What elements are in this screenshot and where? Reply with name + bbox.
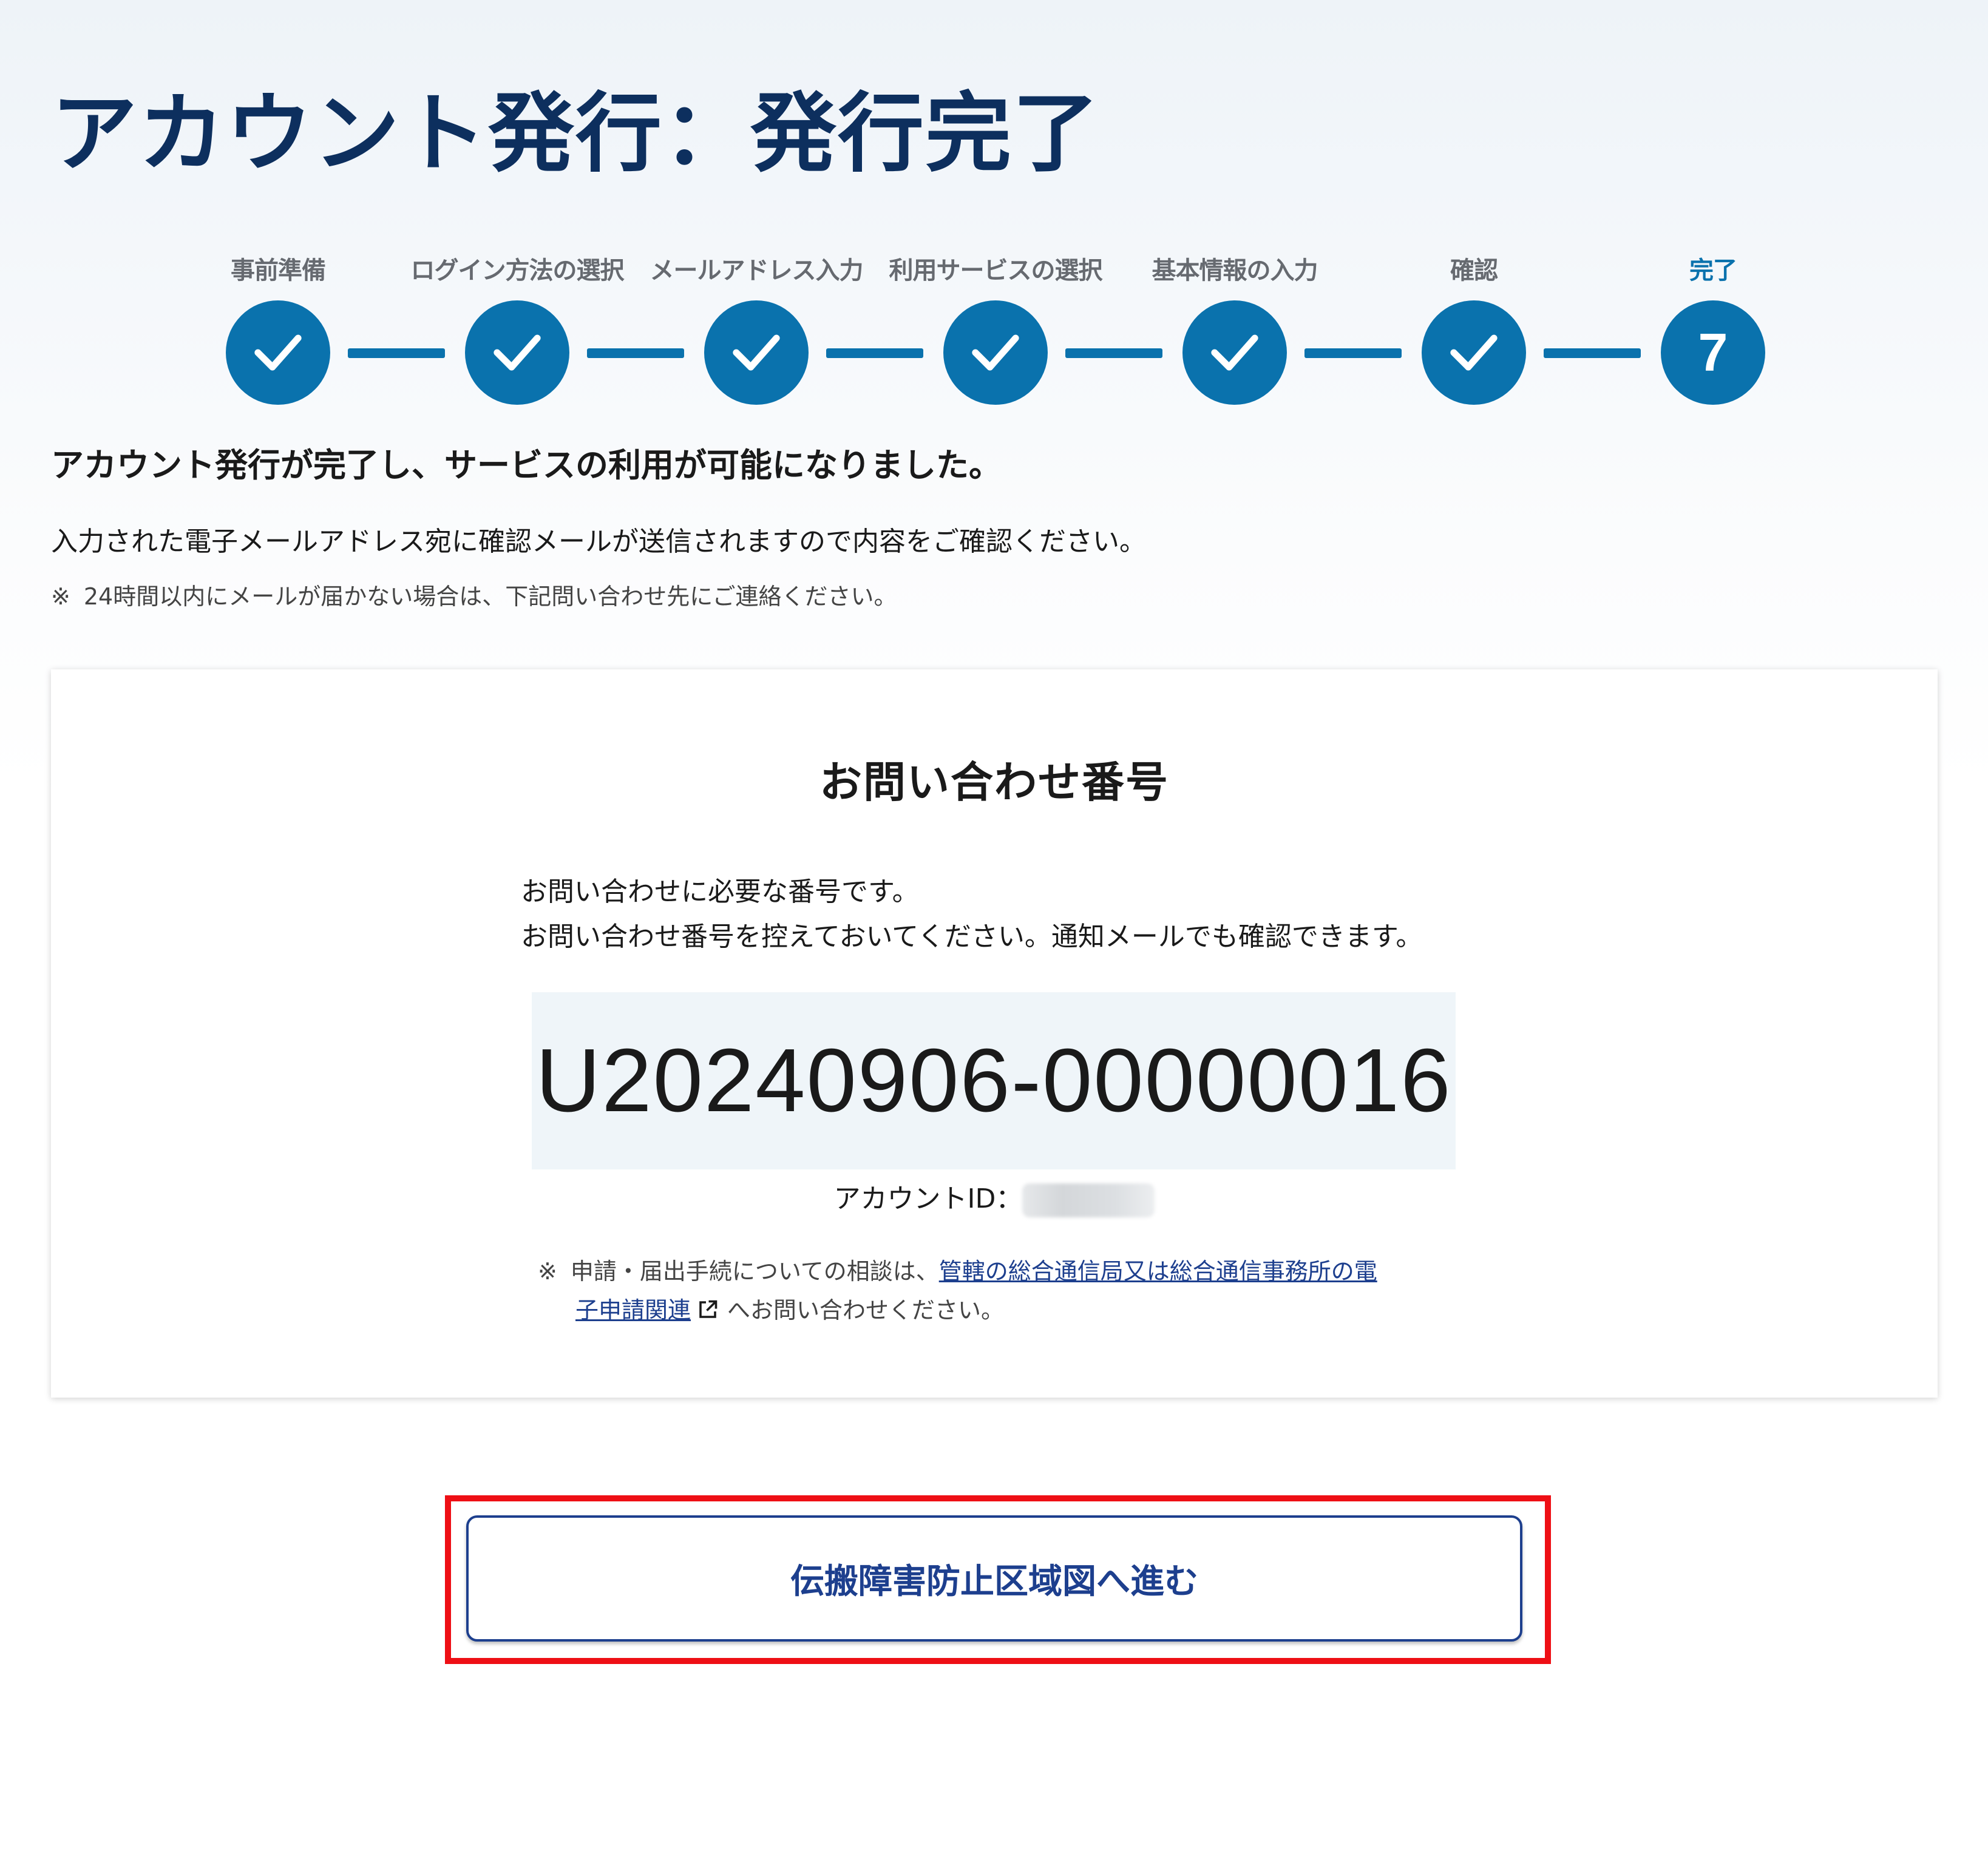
step-done-circle	[1422, 300, 1526, 405]
step-label: 完了	[1689, 257, 1737, 285]
step-email-input: メールアドレス入力	[623, 246, 890, 410]
step-label: 事前準備	[231, 257, 326, 285]
checkmark-icon	[972, 334, 1019, 371]
card-description: お問い合わせに必要な番号です。 お問い合わせ番号を控えておいてください。通知メー…	[521, 870, 1422, 959]
inquiry-number-card: お問い合わせ番号 お問い合わせに必要な番号です。 お問い合わせ番号を控えておいて…	[51, 669, 1938, 1398]
note-mark: ※	[51, 583, 70, 610]
progress-stepper: 事前準備 ログイン方法の選択 メールアドレス入力 利用サービスの選択 基本情報の…	[0, 0, 1988, 425]
inquiry-number-box: U20240906-00000016	[532, 992, 1456, 1169]
step-done-circle	[465, 300, 569, 405]
contact-note: ※ 24時間以内にメールが届かない場合は、下記問い合わせ先にご連絡ください。	[51, 578, 897, 611]
support-note: ※ 申請・届出手続についての相談は、管轄の総合通信局又は総合通信事務所の電 子申請…	[538, 1252, 1448, 1330]
email-notice: 入力された電子メールアドレス宛に確認メールが送信されますので内容をご確認ください…	[51, 526, 1146, 557]
step-basic-info: 基本情報の入力	[1101, 246, 1368, 410]
support-prefix: 申請・届出手続についての相談は、	[570, 1258, 939, 1285]
step-service-select: 利用サービスの選択	[862, 246, 1129, 410]
account-id-row: アカウントID：	[51, 1177, 1938, 1217]
step-label: ログイン方法の選択	[410, 257, 625, 285]
completion-message: アカウント発行が完了し、サービスの利用が可能になりました。	[51, 446, 1002, 484]
step-label: メールアドレス入力	[650, 257, 864, 285]
support-suffix: へお問い合わせください。	[727, 1297, 1005, 1324]
step-done-circle	[1182, 300, 1287, 405]
note-text: 24時間以内にメールが届かない場合は、下記問い合わせ先にご連絡ください。	[83, 583, 897, 610]
external-link-icon[interactable]	[697, 1299, 719, 1321]
checkmark-icon	[254, 334, 302, 371]
inquiry-number: U20240906-00000016	[535, 1030, 1452, 1131]
card-title: お問い合わせ番号	[819, 757, 1169, 807]
step-label: 基本情報の入力	[1152, 257, 1318, 285]
step-label: 確認	[1450, 257, 1498, 285]
card-desc-line: お問い合わせに必要な番号です。	[521, 876, 919, 907]
card-desc-line: お問い合わせ番号を控えておいてください。通知メールでも確認できます。	[521, 921, 1423, 952]
step-login-method: ログイン方法の選択	[384, 246, 651, 410]
step-complete: 完了 7	[1579, 246, 1847, 410]
step-label: 利用サービスの選択	[889, 257, 1103, 285]
account-id-label: アカウントID：	[833, 1183, 1023, 1214]
step-done-circle	[704, 300, 809, 405]
checkmark-icon	[733, 334, 780, 371]
step-current-circle: 7	[1661, 300, 1765, 405]
checkmark-icon	[1211, 334, 1258, 371]
step-done-circle	[943, 300, 1048, 405]
support-mark: ※	[538, 1258, 557, 1285]
step-preparation: 事前準備	[144, 246, 412, 410]
account-id-value-redacted	[1022, 1183, 1155, 1217]
step-done-circle	[226, 300, 330, 405]
step-number: 7	[1698, 322, 1728, 382]
checkmark-icon	[494, 334, 541, 371]
support-link[interactable]: 管轄の総合通信局又は総合通信事務所の電	[939, 1258, 1377, 1285]
checkmark-icon	[1450, 334, 1498, 371]
support-link-continued[interactable]: 子申請関連	[575, 1297, 691, 1324]
next-to-interference-map-button[interactable]: 伝搬障害防止区域図へ進む	[466, 1515, 1522, 1642]
step-confirm: 確認	[1340, 246, 1607, 410]
